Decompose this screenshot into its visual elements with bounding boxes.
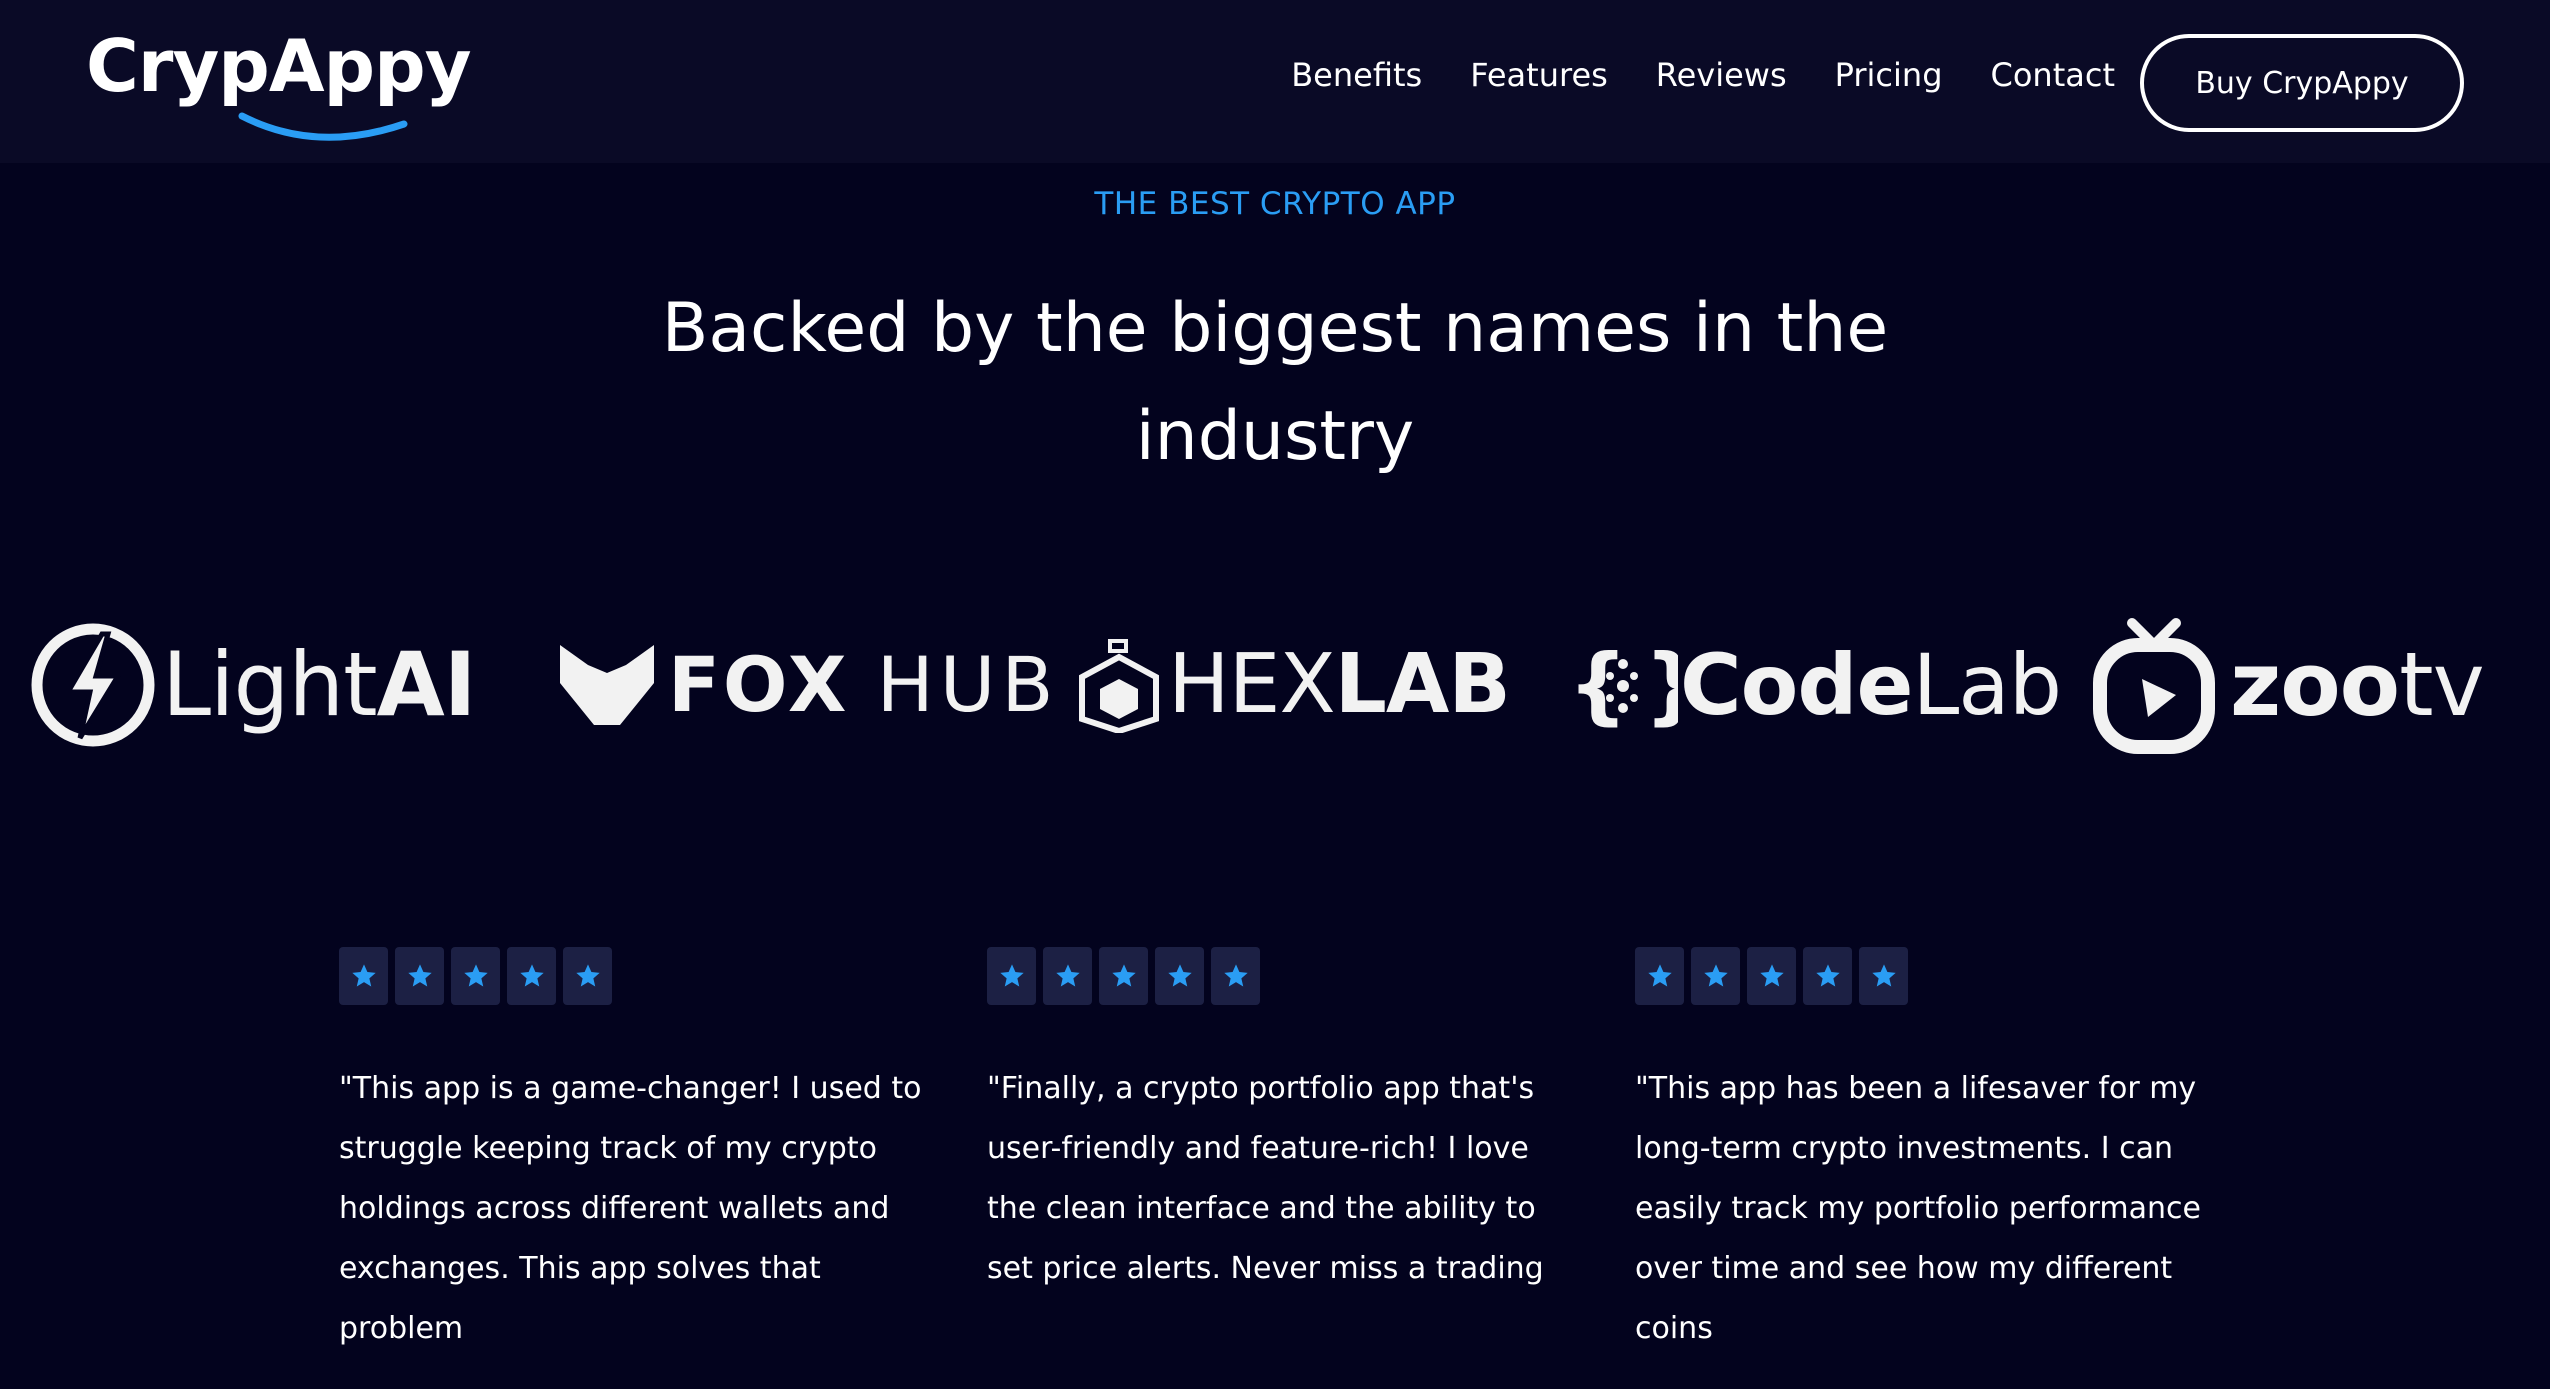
- partner-logo-foxhub: FOX HUB: [558, 600, 1060, 770]
- fox-head-icon: [560, 645, 654, 725]
- section-headline: Backed by the biggest names in the indus…: [661, 289, 1889, 476]
- star-icon: [451, 947, 500, 1005]
- star-icon: [395, 947, 444, 1005]
- nav-link-contact[interactable]: Contact: [1991, 56, 2116, 94]
- nav-link-reviews[interactable]: Reviews: [1656, 56, 1787, 94]
- section-eyebrow: THE BEST CRYPTO APP: [1094, 186, 1456, 222]
- buy-crypappy-button[interactable]: Buy CrypAppy: [2140, 34, 2464, 132]
- lightning-bolt-icon: [31, 623, 155, 747]
- review-card-1: "This app is a game-changer! I used to s…: [339, 947, 929, 1389]
- review-text: "This app has been a lifesaver for my lo…: [1635, 1071, 2201, 1346]
- partner-name-hexlab: HEXLAB: [1168, 637, 1511, 732]
- star-icon: [1747, 947, 1796, 1005]
- star-icon: [1803, 947, 1852, 1005]
- star-icon: [1859, 947, 1908, 1005]
- brand-logo[interactable]: CrypAppy: [86, 18, 472, 143]
- star-icon: [1155, 947, 1204, 1005]
- main-nav: Benefits Features Reviews Pricing Contac…: [1291, 56, 2115, 94]
- star-icon: [1691, 947, 1740, 1005]
- review-text: "This app is a game-changer! I used to s…: [339, 1071, 922, 1346]
- star-icon: [1043, 947, 1092, 1005]
- logo-smile-icon: [238, 112, 408, 141]
- partner-logo-zootv: zootv: [2092, 600, 2485, 770]
- flask-hexagon-icon: [1079, 639, 1159, 733]
- star-icon: [507, 947, 556, 1005]
- partner-logo-codelab: { } CodeLab: [1568, 600, 2062, 770]
- brand-logo-text: CrypAppy: [86, 24, 472, 108]
- braces-dots-icon: { }: [1568, 640, 1678, 730]
- svg-text:}: }: [1644, 640, 1678, 730]
- partner-logos: LightAI FOX HUB HEXLAB { } CodeLab: [0, 600, 2550, 770]
- star-icon: [1211, 947, 1260, 1005]
- nav-link-features[interactable]: Features: [1470, 56, 1608, 94]
- star-rating: [987, 947, 1577, 1005]
- partner-logo-hexlab: HEXLAB: [1076, 600, 1511, 770]
- star-icon: [1099, 947, 1148, 1005]
- site-header: CrypAppy Benefits Features Reviews Prici…: [0, 0, 2550, 163]
- partner-name-foxhub: FOX HUB: [668, 640, 1060, 729]
- star-rating: [339, 947, 929, 1005]
- partner-name-codelab: CodeLab: [1680, 636, 2062, 734]
- nav-link-benefits[interactable]: Benefits: [1291, 56, 1422, 94]
- review-text: "Finally, a crypto portfolio app that's …: [987, 1071, 1544, 1286]
- star-icon: [563, 947, 612, 1005]
- review-card-3: "This app has been a lifesaver for my lo…: [1635, 947, 2225, 1389]
- nav-link-pricing[interactable]: Pricing: [1835, 56, 1943, 94]
- star-rating: [1635, 947, 2225, 1005]
- tv-play-icon: [2093, 618, 2215, 754]
- star-icon: [1635, 947, 1684, 1005]
- partner-name-lightai: LightAI: [162, 633, 476, 736]
- star-icon: [339, 947, 388, 1005]
- partner-logo-lightai: LightAI: [28, 600, 476, 770]
- partner-name-zootv: zootv: [2230, 633, 2485, 736]
- review-card-2: "Finally, a crypto portfolio app that's …: [987, 947, 1577, 1329]
- star-icon: [987, 947, 1036, 1005]
